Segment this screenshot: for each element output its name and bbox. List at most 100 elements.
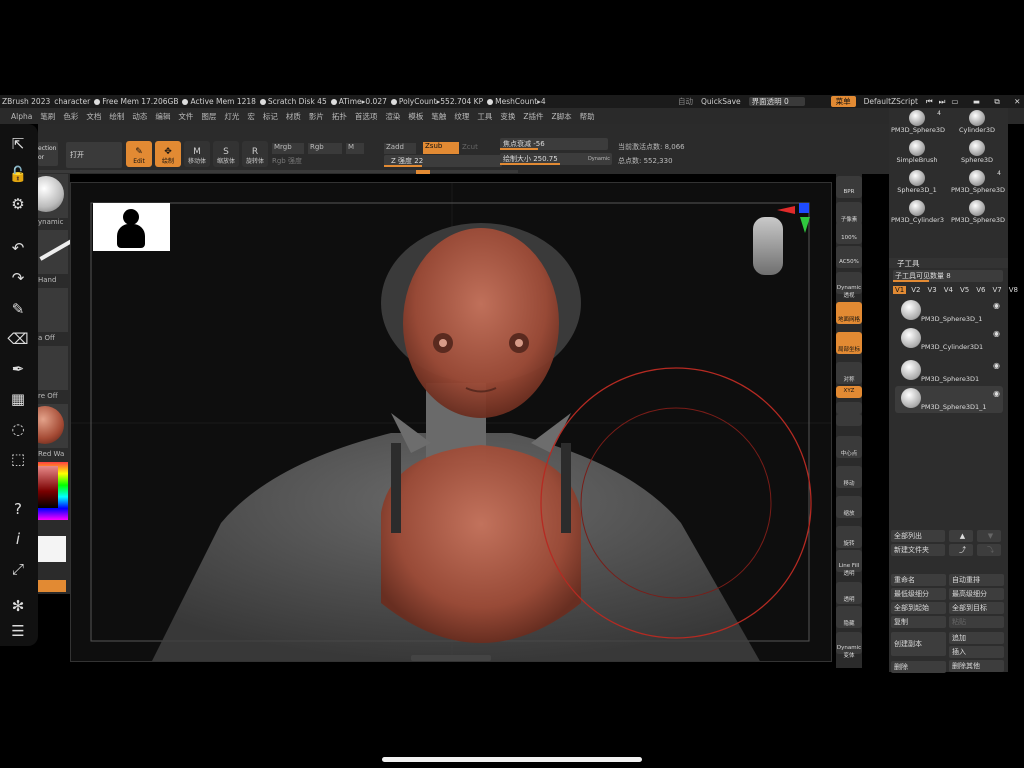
visibility-eye-icon[interactable]: ◉ <box>993 301 1000 310</box>
paste-button[interactable]: 粘贴 <box>949 616 1004 628</box>
zadd-button[interactable]: Zadd <box>384 143 416 154</box>
menu-item[interactable]: 帮助 <box>580 111 595 122</box>
main-color-swatch[interactable] <box>38 536 66 562</box>
menu-item[interactable]: 绘制 <box>109 111 124 122</box>
right-shelf-button[interactable]: 子像素 <box>836 202 862 224</box>
stroke-thumbnail[interactable] <box>38 230 70 274</box>
axis-gizmo[interactable] <box>777 203 815 239</box>
menu-item[interactable]: 首选项 <box>355 111 378 122</box>
menu-item[interactable]: 笔刷 <box>40 111 55 122</box>
menu-item[interactable]: 色彩 <box>63 111 78 122</box>
expand-icon[interactable]: ⤢ <box>8 559 28 579</box>
window-controls[interactable]: ⏮⏭▭ ▬ ⧉ ✕ <box>926 97 1024 107</box>
redo-icon[interactable]: ↷ <box>8 268 28 288</box>
draw-size-slider[interactable]: 绘制大小 250.75 Dynamic <box>500 153 612 165</box>
preferences-icon[interactable]: ✻ <box>8 596 28 616</box>
subtool-row[interactable]: ◉ PM3D_Sphere3D1 <box>895 358 1003 385</box>
delete-button[interactable]: 删除 <box>891 661 946 673</box>
delete-others-button[interactable]: 删除其他 <box>949 660 1004 672</box>
visibility-eye-icon[interactable]: ◉ <box>993 361 1000 370</box>
right-shelf-button[interactable] <box>836 402 862 414</box>
brush-thumbnail[interactable]: ynamic <box>38 174 68 226</box>
canvas-scroll-handle[interactable] <box>411 655 491 661</box>
visible-count-slider[interactable]: 子工具可见数量 8 <box>893 270 1003 282</box>
quicksave-button[interactable]: QuickSave <box>701 97 741 106</box>
alpha-thumbnail[interactable] <box>38 288 68 332</box>
folder-down-button[interactable]: ⤵ <box>977 544 1001 556</box>
menu-item[interactable]: 标记 <box>263 111 278 122</box>
rename-button[interactable]: 重命名 <box>891 574 946 586</box>
color-picker[interactable] <box>38 462 68 520</box>
auto-reorder-button[interactable]: 自动重排 <box>949 574 1004 586</box>
right-shelf-button[interactable]: 缩放 <box>836 496 862 518</box>
menu-item[interactable]: 文档 <box>86 111 101 122</box>
right-shelf-button[interactable]: AC50% <box>836 246 862 268</box>
draw-button[interactable]: ✥ 绘制 <box>155 141 181 167</box>
menu-item[interactable]: 动态 <box>132 111 147 122</box>
secondary-color-swatch[interactable] <box>38 580 66 592</box>
move-down-button[interactable]: ▼ <box>977 530 1001 542</box>
right-shelf-button[interactable]: XYZ <box>836 386 862 398</box>
subtool-row[interactable]: ◉ PM3D_Sphere3D1_1 <box>895 386 1003 413</box>
move-button[interactable]: M 移动体 <box>184 141 210 167</box>
lasso-icon[interactable]: ◌ <box>8 419 28 439</box>
tool-thumbnail[interactable]: PM3D_Sphere3D 4 <box>891 110 945 140</box>
home-indicator[interactable] <box>382 757 642 762</box>
right-shelf-button[interactable]: 局部坐标 <box>836 332 862 354</box>
undo-icon[interactable]: ↶ <box>8 238 28 258</box>
visibility-eye-icon[interactable]: ◉ <box>993 389 1000 398</box>
document-canvas[interactable] <box>70 182 832 662</box>
duplicate-button[interactable]: 复制 <box>891 616 946 628</box>
right-shelf-button[interactable]: 地面网格 <box>836 302 862 324</box>
right-shelf-button[interactable]: 100% <box>836 222 862 244</box>
list-all-button[interactable]: 全部列出 <box>891 530 945 542</box>
visibility-eye-icon[interactable]: ◉ <box>993 329 1000 338</box>
brush-icon[interactable]: ✎ <box>8 299 28 319</box>
highest-subdiv-button[interactable]: 最高级细分 <box>949 588 1004 600</box>
scale-button[interactable]: S 缩放体 <box>213 141 239 167</box>
zsub-button[interactable]: Zsub <box>423 142 459 154</box>
projection-master-button[interactable]: ection or <box>38 142 58 166</box>
info-icon[interactable]: i <box>8 529 28 549</box>
menu-item[interactable]: Alpha <box>11 112 32 121</box>
pen-icon[interactable]: ✒ <box>8 359 28 379</box>
unlock-icon[interactable]: 🔓 <box>8 164 28 184</box>
menu-item[interactable]: 工具 <box>477 111 492 122</box>
menu-item[interactable]: 材质 <box>286 111 301 122</box>
navigation-thumbnail[interactable] <box>93 203 170 251</box>
right-shelf-button[interactable]: 隐藏 <box>836 606 862 628</box>
version-tab[interactable]: V6 <box>974 286 987 294</box>
menu-item[interactable]: Z脚本 <box>551 111 571 122</box>
zcut-button[interactable]: Zcut <box>462 143 478 151</box>
help-question-icon[interactable]: ? <box>8 499 28 519</box>
version-tab[interactable]: V8 <box>1007 286 1020 294</box>
tool-thumbnail[interactable]: Sphere3D <box>951 140 1003 170</box>
version-tab[interactable]: V5 <box>958 286 971 294</box>
toolbar-scrollbar[interactable] <box>38 170 518 173</box>
menu-item[interactable]: 渲染 <box>385 111 400 122</box>
rgb-intensity-slider[interactable]: Rgb 强度 <box>272 156 302 166</box>
tool-thumbnail[interactable]: PM3D_Sphere3D 4 <box>951 170 1005 200</box>
menu-item[interactable]: Z插件 <box>523 111 543 122</box>
rotate-button[interactable]: R 旋转体 <box>242 141 268 167</box>
all-to-start-button[interactable]: 全部到起始 <box>891 602 946 614</box>
mrgb-button[interactable]: Mrgb <box>272 143 304 154</box>
m-button[interactable]: M <box>346 143 364 154</box>
right-shelf-button[interactable]: 旋转 <box>836 526 862 548</box>
tool-thumbnail[interactable]: Cylinder3D <box>951 110 1003 140</box>
menu-item[interactable]: 文件 <box>178 111 193 122</box>
menu-item[interactable]: 图层 <box>201 111 216 122</box>
append-button[interactable]: 追加 <box>949 632 1004 644</box>
menu-item[interactable]: 影片 <box>309 111 324 122</box>
lightbox-button[interactable]: 打开 <box>66 142 122 168</box>
keyboard-icon[interactable]: ▦ <box>8 389 28 409</box>
tool-thumbnail[interactable]: Sphere3D_1 <box>891 170 943 200</box>
right-shelf-button[interactable]: 移动 <box>836 466 862 488</box>
lowest-subdiv-button[interactable]: 最低级细分 <box>891 588 946 600</box>
tool-thumbnail[interactable]: PM3D_Cylinder3 <box>891 200 944 230</box>
toolbar-scroll-thumb[interactable] <box>416 170 430 174</box>
menu-item[interactable]: 编辑 <box>155 111 170 122</box>
edit-button[interactable]: ✎ Edit <box>126 141 152 167</box>
settings-gear-icon[interactable]: ⚙ <box>8 194 28 214</box>
zscript-label[interactable]: DefaultZScript <box>864 97 918 106</box>
